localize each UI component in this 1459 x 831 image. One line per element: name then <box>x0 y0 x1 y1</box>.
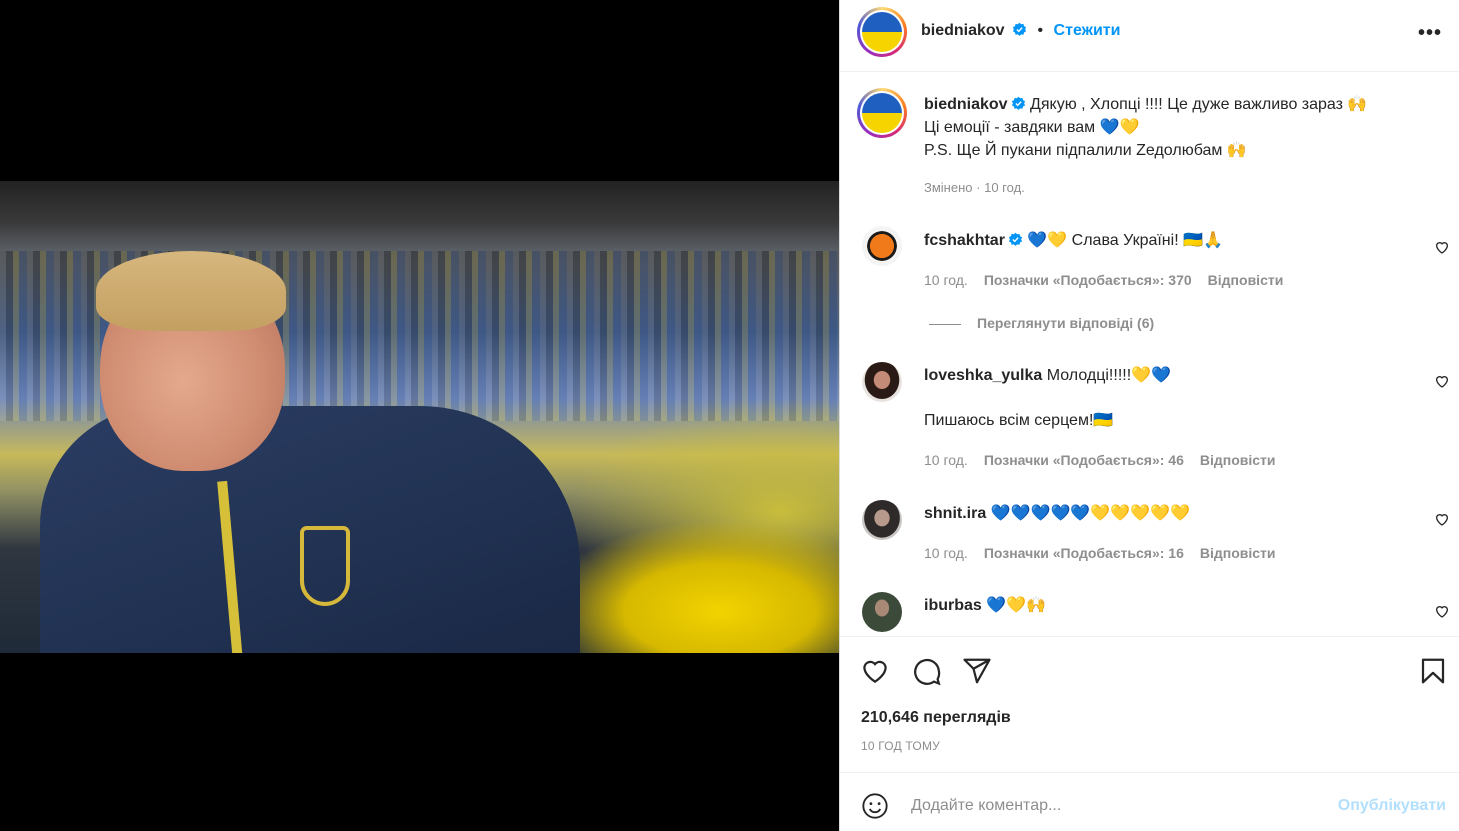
save-bookmark-icon[interactable] <box>1418 656 1448 686</box>
comment-username[interactable]: iburbas <box>924 597 982 614</box>
comment-avatar-shnit-ira[interactable] <box>862 500 902 540</box>
publish-button[interactable]: Опублікувати <box>1338 797 1446 815</box>
caption-avatar[interactable] <box>857 88 907 138</box>
comment-avatar-fcshakhtar[interactable] <box>862 226 902 266</box>
comment-meta: 10 год. Позначки «Подобається»: 46 Відпові… <box>924 452 1276 468</box>
post-time[interactable]: 10 ГОД ТОМУ <box>861 739 940 753</box>
ukraine-flag-icon <box>862 93 902 133</box>
more-options-icon[interactable]: ••• <box>1418 22 1442 45</box>
verified-badge-icon <box>1011 96 1025 110</box>
author-username[interactable]: biedniakov <box>921 22 1005 39</box>
reply-button[interactable]: Відповісти <box>1200 452 1276 468</box>
views-count[interactable]: 210,646 переглядів <box>861 709 1011 727</box>
media-pane <box>0 0 839 831</box>
post-side-panel: biedniakov • Стежити ••• biedniakov Дяку… <box>839 0 1459 831</box>
author-line: biedniakov • Стежити <box>921 22 1120 40</box>
view-replies-label: Переглянути відповіді (6) <box>977 315 1155 331</box>
author-avatar[interactable] <box>857 7 907 57</box>
reply-button[interactable]: Відповісти <box>1208 272 1284 288</box>
caption-line-2: Ці емоції - завдяки вам 💙💛 <box>924 119 1140 136</box>
comment-body: Молодці!!!!!💛💙 <box>1046 367 1171 384</box>
video-player[interactable] <box>0 181 839 653</box>
comment-body: 💙💛 Слава Україні! 🇺🇦🙏 <box>1027 232 1223 249</box>
comment-text: shnit.ira 💙💙💙💙💙💛💛💛💛💛 <box>924 502 1404 525</box>
replies-divider-line <box>929 323 961 325</box>
comment-text-line-2: Пишаюсь всім серцем!🇺🇦 <box>924 412 1114 429</box>
comment-avatar-iburbas[interactable] <box>862 592 902 632</box>
post-header: biedniakov • Стежити ••• <box>840 0 1459 72</box>
ukraine-flag-icon <box>862 12 902 52</box>
caption-meta-separator: · <box>976 180 981 195</box>
caption-time: 10 год. <box>984 180 1025 195</box>
comment-username[interactable]: fcshakhtar <box>924 232 1005 249</box>
like-comment-heart-icon[interactable] <box>1434 511 1450 527</box>
video-stadium-roof <box>0 181 839 251</box>
caption-line-3: P.S. Ще Й пукани підпалили Zедолюбам 🙌 <box>924 142 1247 159</box>
caption-line-1: Дякую , Хлопці !!!! Це дуже важливо зара… <box>1030 96 1368 113</box>
comment-meta: 10 год. Позначки «Подобається»: 370 Відпов… <box>924 272 1283 288</box>
emoji-smiley-icon[interactable] <box>861 792 889 820</box>
caption-edited: Змінено <box>924 180 973 195</box>
video-player-hair <box>96 251 286 331</box>
comment-body: 💙💛🙌 <box>986 597 1047 614</box>
comment-meta: 10 год. Позначки «Подобається»: 16 Відпові… <box>924 545 1276 561</box>
comment-username[interactable]: shnit.ira <box>924 505 986 522</box>
share-send-icon[interactable] <box>962 656 992 686</box>
reply-button[interactable]: Відповісти <box>1200 545 1276 561</box>
video-crest <box>300 526 350 606</box>
like-comment-heart-icon[interactable] <box>1434 373 1450 389</box>
post-actions: 210,646 переглядів 10 ГОД ТОМУ <box>840 636 1459 772</box>
comment-text: fcshakhtar 💙💛 Слава Україні! 🇺🇦🙏 <box>924 229 1404 252</box>
comment-time: 10 год. <box>924 545 968 561</box>
caption-username[interactable]: biedniakov <box>924 96 1008 113</box>
comment-username[interactable]: loveshka_yulka <box>924 367 1042 384</box>
comments-list[interactable]: biedniakov Дякую , Хлопці !!!! Це дуже в… <box>840 73 1459 635</box>
comment-likes[interactable]: Позначки «Подобається»: 370 <box>984 272 1192 288</box>
caption-meta: Змінено · 10 год. <box>924 180 1025 195</box>
comment-likes[interactable]: Позначки «Подобається»: 16 <box>984 545 1184 561</box>
comment-input[interactable] <box>911 791 1311 821</box>
comment-time: 10 год. <box>924 452 968 468</box>
comment-likes[interactable]: Позначки «Подобається»: 46 <box>984 452 1184 468</box>
like-comment-heart-icon[interactable] <box>1434 603 1450 619</box>
add-comment-bar: Опублікувати <box>840 772 1459 831</box>
comment-text: loveshka_yulka Молодці!!!!!💛💙 <box>924 364 1404 387</box>
comment-bubble-icon[interactable] <box>912 656 942 686</box>
verified-badge-icon <box>1012 22 1027 36</box>
comment-text: iburbas 💙💛🙌 <box>924 594 1404 617</box>
view-replies-button[interactable]: Переглянути відповіді (6) <box>929 315 1154 331</box>
follow-button[interactable]: Стежити <box>1054 22 1121 39</box>
caption-text: biedniakov Дякую , Хлопці !!!! Це дуже в… <box>924 93 1444 162</box>
like-heart-icon[interactable] <box>860 656 890 686</box>
header-separator: • <box>1037 22 1044 39</box>
verified-badge-icon <box>1008 232 1022 246</box>
comment-time: 10 год. <box>924 272 968 288</box>
comment-body: 💙💙💙💙💙💛💛💛💛💛 <box>990 505 1190 522</box>
like-comment-heart-icon[interactable] <box>1434 239 1450 255</box>
comment-avatar-loveshka-yulka[interactable] <box>862 362 902 402</box>
